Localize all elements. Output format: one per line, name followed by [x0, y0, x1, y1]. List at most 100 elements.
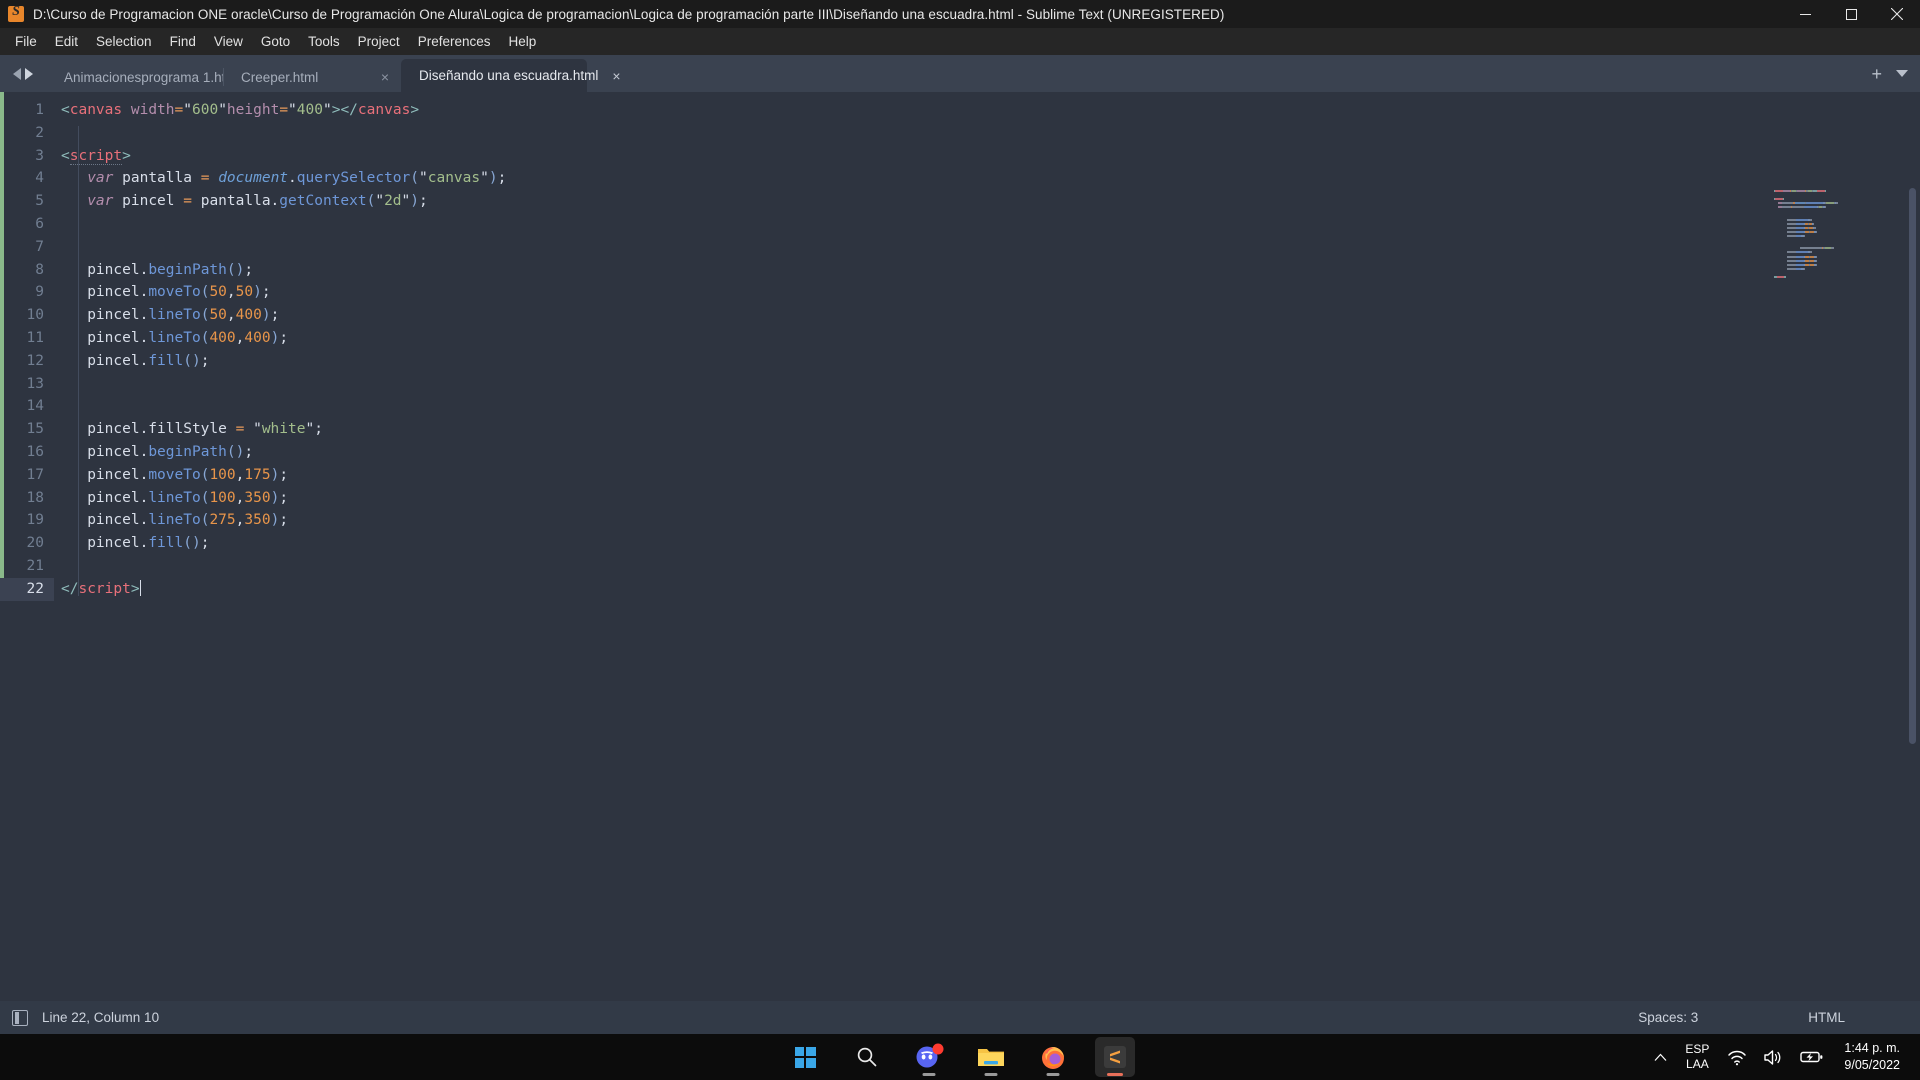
tab-animacionesprograma[interactable]: Animacionesprograma 1.html × — [46, 62, 262, 92]
code-text[interactable] — [44, 122, 61, 145]
menu-edit[interactable]: Edit — [46, 31, 87, 52]
code-text[interactable]: <canvas width="600"height="400"></canvas… — [44, 99, 419, 122]
code-text[interactable]: pincel.lineTo(275,350); — [44, 509, 288, 532]
chevron-down-icon[interactable] — [1896, 70, 1908, 77]
code-text[interactable]: pincel.beginPath(); — [44, 259, 253, 282]
code-line[interactable]: 6 — [0, 213, 1920, 236]
tab-navigation[interactable] — [0, 55, 46, 92]
show-hidden-icons-button[interactable] — [1646, 1034, 1675, 1080]
active-indicator — [1107, 1073, 1123, 1076]
menu-selection[interactable]: Selection — [87, 31, 161, 52]
maximize-button[interactable] — [1828, 0, 1874, 28]
battery-button[interactable] — [1792, 1034, 1832, 1080]
code-line[interactable]: 11 pincel.lineTo(400,400); — [0, 327, 1920, 350]
code-line[interactable]: 10 pincel.lineTo(50,400); — [0, 304, 1920, 327]
code-token: " — [419, 170, 428, 187]
syntax-mode[interactable]: HTML — [1808, 1010, 1845, 1025]
code-text[interactable]: pincel.moveTo(100,175); — [44, 464, 288, 487]
volume-button[interactable] — [1755, 1034, 1792, 1080]
menu-view[interactable]: View — [205, 31, 252, 52]
tab-disenando-una-escuadra[interactable]: Diseñando una escuadra.html × — [401, 59, 621, 92]
line-number: 22 — [26, 580, 44, 597]
code-line[interactable]: 8 pincel.beginPath(); — [0, 259, 1920, 282]
menu-file[interactable]: File — [6, 31, 46, 52]
chevron-left-icon[interactable] — [13, 67, 21, 80]
code-token: ; — [419, 193, 428, 210]
code-text[interactable]: pincel.fill(); — [44, 532, 209, 555]
code-line[interactable]: 12 pincel.fill(); — [0, 350, 1920, 373]
code-token: " — [305, 421, 315, 438]
wifi-button[interactable] — [1719, 1034, 1755, 1080]
code-line[interactable]: 5 var pincel = pantalla.getContext("2d")… — [0, 190, 1920, 213]
code-text[interactable]: pincel.fillStyle = "white"; — [44, 418, 323, 441]
code-text[interactable]: <script> — [44, 145, 131, 168]
language-indicator[interactable]: ESP LAA — [1675, 1042, 1719, 1072]
minimap[interactable] — [1774, 190, 1860, 278]
firefox-button[interactable] — [1033, 1037, 1073, 1077]
discord-button[interactable] — [909, 1037, 949, 1077]
code-text[interactable] — [44, 213, 61, 236]
code-text[interactable] — [44, 555, 61, 578]
close-button[interactable] — [1874, 0, 1920, 28]
file-explorer-button[interactable] — [971, 1037, 1011, 1077]
code-line[interactable]: 19 pincel.lineTo(275,350); — [0, 509, 1920, 532]
line-number: 16 — [26, 443, 44, 460]
code-text[interactable]: pincel.lineTo(50,400); — [44, 304, 279, 327]
code-token: pincel. — [61, 284, 149, 301]
tab-close-icon[interactable]: × — [612, 69, 620, 83]
code-text[interactable]: pincel.fill(); — [44, 350, 209, 373]
minimap-line — [1774, 190, 1860, 192]
new-tab-button[interactable]: + — [1871, 65, 1882, 83]
code-line[interactable]: 20 pincel.fill(); — [0, 532, 1920, 555]
code-text[interactable] — [44, 395, 61, 418]
code-token: script — [69, 147, 123, 165]
menu-tools[interactable]: Tools — [299, 31, 349, 52]
code-text[interactable]: pincel.lineTo(100,350); — [44, 487, 288, 510]
menu-preferences[interactable]: Preferences — [409, 31, 500, 52]
sidebar-toggle-icon[interactable] — [12, 1009, 28, 1026]
menu-project[interactable]: Project — [349, 31, 409, 52]
code-line[interactable]: 15 pincel.fillStyle = "white"; — [0, 418, 1920, 441]
code-line[interactable]: 14 — [0, 395, 1920, 418]
code-token: moveTo — [148, 466, 201, 483]
code-line[interactable]: 7 — [0, 236, 1920, 259]
text-cursor — [139, 579, 142, 596]
tab-close-icon[interactable]: × — [381, 70, 389, 84]
code-lines[interactable]: 1 <canvas width="600"height="400"></canva… — [0, 99, 1920, 601]
code-line[interactable]: 18 pincel.lineTo(100,350); — [0, 487, 1920, 510]
code-text[interactable]: var pantalla = document.querySelector("c… — [44, 167, 506, 190]
code-line[interactable]: 16 pincel.beginPath(); — [0, 441, 1920, 464]
code-text[interactable]: </script> — [44, 578, 142, 601]
start-button[interactable] — [785, 1037, 825, 1077]
menu-help[interactable]: Help — [500, 31, 546, 52]
code-line[interactable]: 17 pincel.moveTo(100,175); — [0, 464, 1920, 487]
code-text[interactable]: pincel.lineTo(400,400); — [44, 327, 288, 350]
code-line[interactable]: 2 — [0, 122, 1920, 145]
code-line[interactable]: 4 var pantalla = document.querySelector(… — [0, 167, 1920, 190]
code-line[interactable]: 21 — [0, 555, 1920, 578]
code-line[interactable]: 3 <script> — [0, 145, 1920, 168]
code-text[interactable]: pincel.beginPath(); — [44, 441, 253, 464]
indentation-setting[interactable]: Spaces: 3 — [1638, 1010, 1698, 1025]
code-text[interactable]: var pincel = pantalla.getContext("2d"); — [44, 190, 428, 213]
code-text[interactable] — [44, 236, 61, 259]
code-line[interactable]: 1 <canvas width="600"height="400"></canva… — [0, 99, 1920, 122]
code-line[interactable]: 13 — [0, 373, 1920, 396]
code-line[interactable]: 22 </script> — [0, 577, 1920, 601]
code-text[interactable] — [44, 373, 61, 396]
tab-creeper[interactable]: Creeper.html × — [223, 62, 401, 92]
code-editor[interactable]: 1 <canvas width="600"height="400"></canva… — [0, 92, 1920, 1001]
minimize-button[interactable] — [1782, 0, 1828, 28]
code-line[interactable]: 9 pincel.moveTo(50,50); — [0, 281, 1920, 304]
search-button[interactable] — [847, 1037, 887, 1077]
code-token: beginPath — [148, 261, 227, 278]
chevron-right-icon[interactable] — [25, 67, 33, 80]
menu-find[interactable]: Find — [161, 31, 205, 52]
vertical-scrollbar[interactable] — [1909, 188, 1916, 744]
code-token: pincel — [113, 193, 184, 210]
clock[interactable]: 1:44 p. m. 9/05/2022 — [1832, 1040, 1908, 1074]
menu-goto[interactable]: Goto — [252, 31, 299, 52]
sublime-text-button[interactable] — [1095, 1037, 1135, 1077]
code-text[interactable]: pincel.moveTo(50,50); — [44, 281, 270, 304]
code-token: pincel. — [61, 329, 149, 346]
